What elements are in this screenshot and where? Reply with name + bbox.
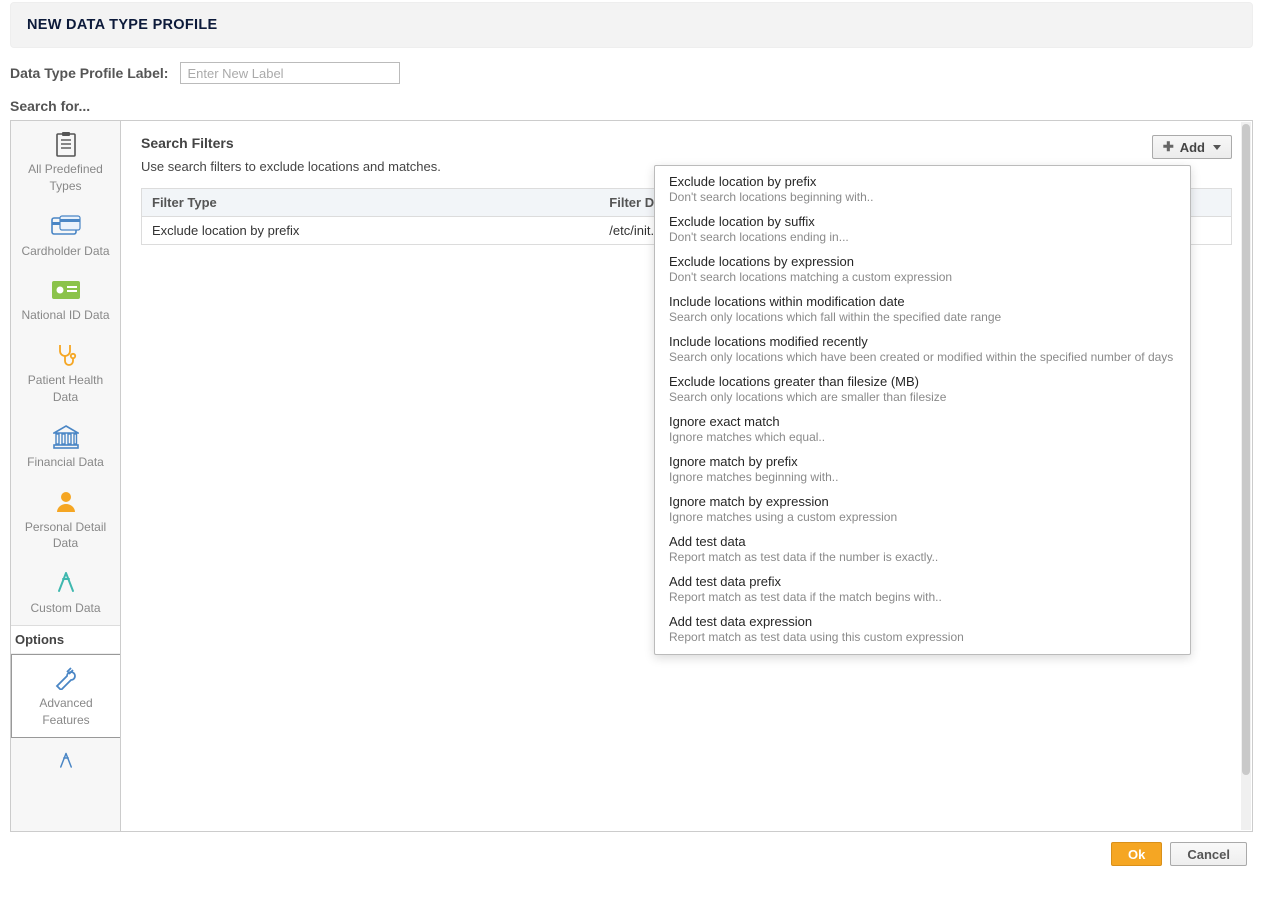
sidebar-item-patient-health[interactable]: Patient Health Data [11,332,120,414]
main-content: Search Filters Use search filters to exc… [121,121,1252,831]
sidebar-item-financial[interactable]: Financial Data [11,414,120,479]
plus-icon: ✚ [1163,139,1174,155]
calipers-icon [15,568,116,598]
sidebar-item-label: All Predefined Types [15,161,116,195]
dd-ignore-exact-match[interactable]: Ignore exact match Ignore matches which … [655,410,1190,450]
add-filter-dropdown: Exclude location by prefix Don't search … [654,165,1191,655]
dd-include-mod-recent[interactable]: Include locations modified recently Sear… [655,330,1190,370]
sidebar-item-advanced-features[interactable]: Advanced Features [11,654,121,738]
section-hint: Use search filters to exclude locations … [141,159,441,174]
stethoscope-icon [15,340,116,370]
profile-label-input[interactable] [180,62,400,84]
col-filter-type: Filter Type [142,189,600,217]
profile-label-text: Data Type Profile Label: [10,65,168,81]
sidebar-item-label: Cardholder Data [15,243,116,260]
panel-scrollbar[interactable] [1241,122,1251,830]
credit-card-icon [15,211,116,241]
id-card-icon [15,275,116,305]
sidebar-item-extra[interactable] [11,738,120,776]
footer: Ok Cancel [10,832,1253,866]
sidebar-item-all-predefined[interactable]: All Predefined Types [11,121,120,203]
sidebar-item-label: Personal Detail Data [15,519,116,553]
dd-ignore-match-prefix[interactable]: Ignore match by prefix Ignore matches be… [655,450,1190,490]
dd-add-test-data-expression[interactable]: Add test data expression Report match as… [655,610,1190,650]
scrollbar-thumb[interactable] [1242,124,1250,775]
calipers-icon [15,746,116,776]
dd-exclude-location-prefix[interactable]: Exclude location by prefix Don't search … [655,170,1190,210]
sidebar-item-personal-detail[interactable]: Personal Detail Data [11,479,120,561]
main-panel: All Predefined Types Cardholder Data [10,120,1253,832]
clipboard-icon [15,129,116,159]
search-for-label: Search for... [10,98,1253,114]
chevron-down-icon [1213,145,1221,150]
sidebar-item-cardholder[interactable]: Cardholder Data [11,203,120,268]
sidebar-item-label: Advanced Features [16,695,116,729]
add-button-label: Add [1180,140,1205,155]
sidebar-item-label: National ID Data [15,307,116,324]
profile-label-row: Data Type Profile Label: [10,62,1253,84]
dd-exclude-location-suffix[interactable]: Exclude location by suffix Don't search … [655,210,1190,250]
add-filter-button[interactable]: ✚ Add [1152,135,1232,159]
dd-ignore-match-expression[interactable]: Ignore match by expression Ignore matche… [655,490,1190,530]
dd-exclude-filesize[interactable]: Exclude locations greater than filesize … [655,370,1190,410]
sidebar-item-custom-data[interactable]: Custom Data [11,560,120,625]
sidebar-options-label: Options [11,625,120,654]
bank-icon [15,422,116,452]
cell-filter-type: Exclude location by prefix [142,217,600,245]
sidebar-item-label: Patient Health Data [15,372,116,406]
section-title: Search Filters [141,135,441,151]
sidebar-item-label: Custom Data [15,600,116,617]
header-bar: NEW DATA TYPE PROFILE [10,2,1253,48]
dd-exclude-location-expression[interactable]: Exclude locations by expression Don't se… [655,250,1190,290]
person-icon [15,487,116,517]
tools-icon [16,663,116,693]
sidebar-item-label: Financial Data [15,454,116,471]
dd-add-test-data-prefix[interactable]: Add test data prefix Report match as tes… [655,570,1190,610]
ok-button[interactable]: Ok [1111,842,1162,866]
dd-include-mod-date[interactable]: Include locations within modification da… [655,290,1190,330]
page-title: NEW DATA TYPE PROFILE [27,17,1236,33]
dd-add-test-data[interactable]: Add test data Report match as test data … [655,530,1190,570]
cancel-button[interactable]: Cancel [1170,842,1247,866]
sidebar-item-national-id[interactable]: National ID Data [11,267,120,332]
sidebar: All Predefined Types Cardholder Data [11,121,121,831]
